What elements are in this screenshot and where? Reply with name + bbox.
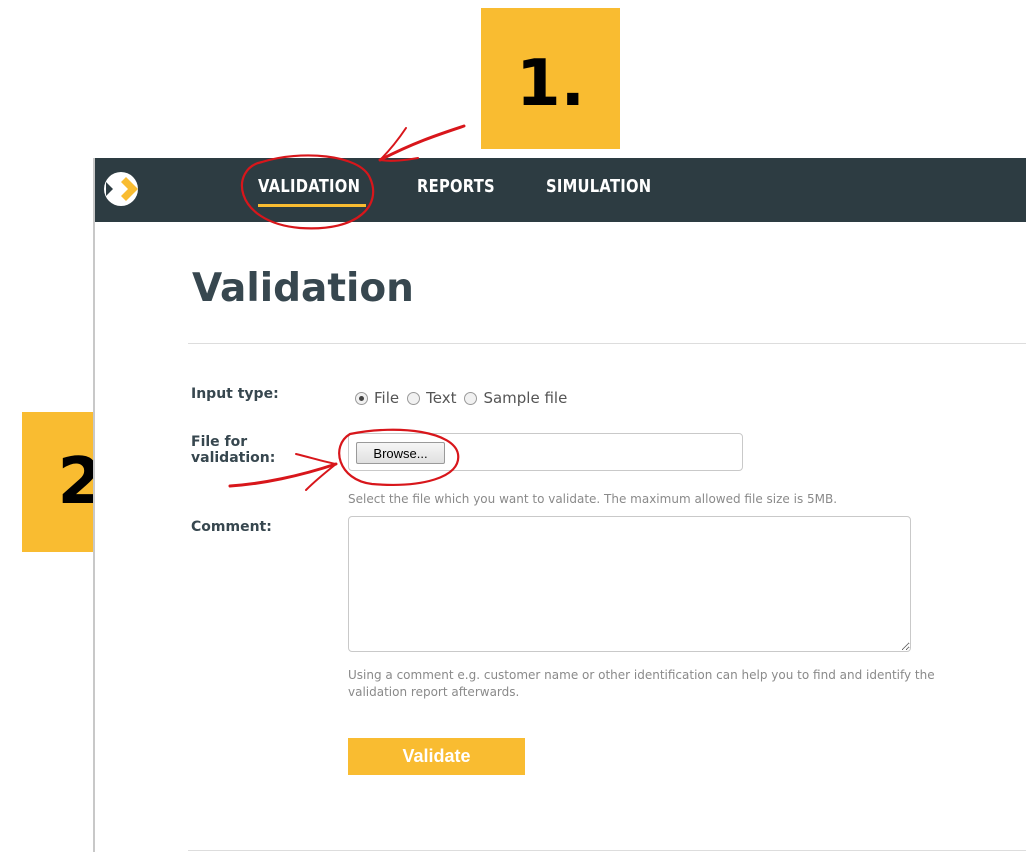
radio-file-label: File: [374, 389, 400, 407]
app-screenshot: VALIDATION REPORTS SIMULATION Validation…: [93, 158, 1026, 852]
input-type-label: Input type:: [191, 386, 279, 402]
radio-sample-file-label: Sample file: [483, 389, 568, 407]
file-for-validation-label: File for validation:: [191, 434, 276, 466]
input-type-radio-group: File Text Sample file: [355, 389, 575, 407]
radio-file-indicator[interactable]: [355, 391, 368, 405]
x-logo-icon[interactable]: [103, 171, 139, 207]
comment-textarea[interactable]: [348, 516, 911, 652]
radio-sample-file[interactable]: Sample file: [464, 389, 567, 407]
radio-text-label: Text: [426, 389, 457, 407]
radio-text-indicator[interactable]: [407, 391, 421, 405]
active-nav-indicator: [258, 204, 366, 207]
nav-reports[interactable]: REPORTS: [417, 176, 495, 197]
page-title: Validation: [192, 266, 414, 311]
arrow-1-head-annotation: [379, 127, 419, 162]
file-help-text: Select the file which you want to valida…: [348, 492, 838, 506]
nav-validation[interactable]: VALIDATION: [258, 176, 360, 197]
bottom-divider: [188, 850, 1026, 851]
nav-simulation[interactable]: SIMULATION: [546, 176, 651, 197]
step-1-callout: 1.: [481, 8, 620, 149]
arrow-1-annotation: [378, 124, 466, 162]
validate-button[interactable]: Validate: [348, 738, 525, 775]
top-navbar: VALIDATION REPORTS SIMULATION: [95, 158, 1026, 222]
browse-button[interactable]: Browse...: [356, 442, 445, 464]
comment-help-text: Using a comment e.g. customer name or ot…: [348, 668, 935, 699]
radio-text[interactable]: Text: [407, 389, 456, 407]
radio-file[interactable]: File: [355, 389, 399, 407]
title-divider: [188, 343, 1026, 344]
radio-sample-file-indicator[interactable]: [464, 391, 478, 405]
comment-label: Comment:: [191, 519, 272, 535]
file-input-field[interactable]: Browse...: [348, 433, 743, 471]
